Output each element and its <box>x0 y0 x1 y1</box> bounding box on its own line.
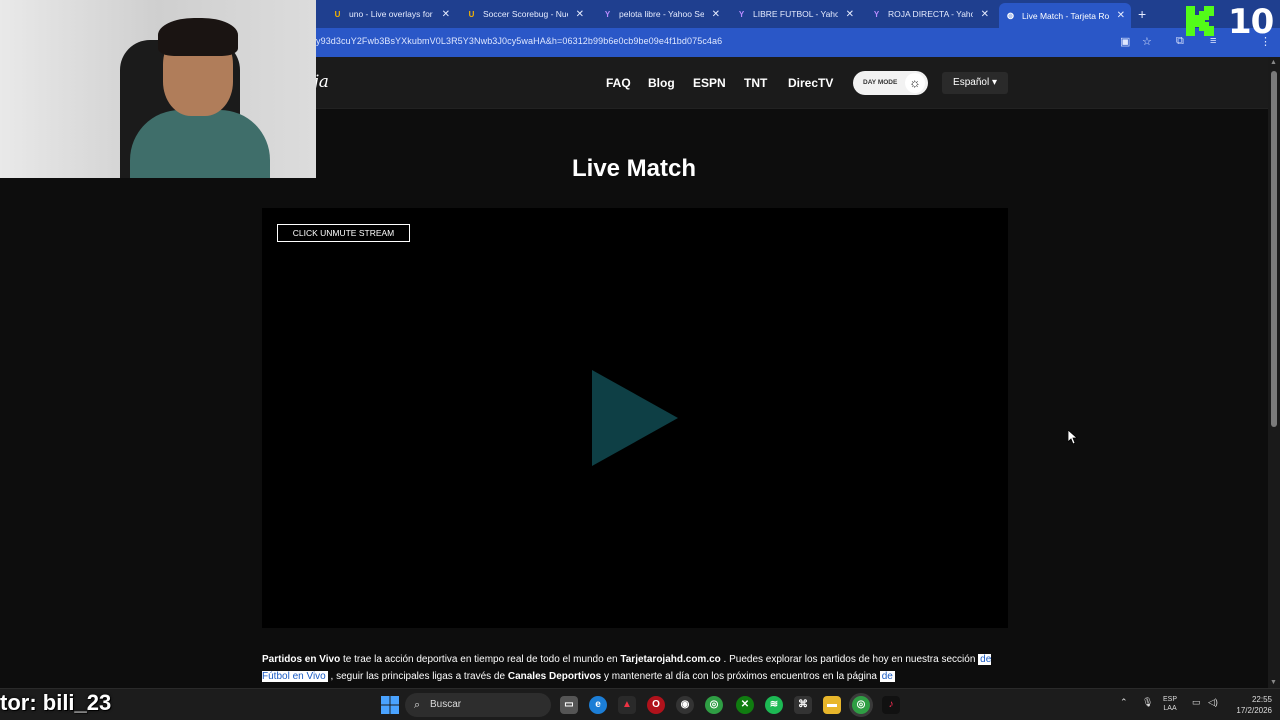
camera-off-icon[interactable]: ▣ <box>1120 35 1130 48</box>
badge-number: 10 <box>1228 2 1274 42</box>
close-icon[interactable]: ✕ <box>846 9 854 20</box>
new-tab-button[interactable]: + <box>1138 6 1146 22</box>
close-icon[interactable]: ✕ <box>442 9 450 20</box>
capcut-icon[interactable]: ⌘ <box>794 696 812 714</box>
spotify-icon[interactable]: ≋ <box>765 696 783 714</box>
vertical-scrollbar[interactable]: ▲ ▼ <box>1268 57 1280 688</box>
bookmark-star-icon[interactable]: ☆ <box>1142 35 1152 48</box>
nav-tnt[interactable]: TNT <box>744 76 767 90</box>
app-icon[interactable]: ▲ <box>618 696 636 714</box>
taskbar: ⌕ Buscar ▭ e ▲ O ◉ ◎ ✕ ≋ ⌘ ▬ ◎ ♪ ⌃ 🎙 ESP… <box>0 688 1280 720</box>
description-text: Partidos en Vivo te trae la acción depor… <box>262 654 992 682</box>
url-field[interactable]: y93d3cuY2Fwb3BsYXkubmV0L3R5Y3Nwb3J0cy5wa… <box>316 36 722 46</box>
scrollbar-thumb[interactable] <box>1271 71 1277 427</box>
recording-icon[interactable]: ◉ <box>676 696 694 714</box>
tab-live-match[interactable]: ◍ Live Match - Tarjeta Roja ✕ <box>999 3 1131 28</box>
nav-directv[interactable]: DirecTV <box>788 76 833 90</box>
xbox-icon[interactable]: ✕ <box>736 696 754 714</box>
task-view-icon[interactable]: ▭ <box>560 696 578 714</box>
close-icon[interactable]: ✕ <box>712 9 720 20</box>
volume-icon[interactable]: ◁) <box>1208 698 1218 707</box>
sun-icon: ☼ <box>905 73 925 93</box>
tiktok-icon[interactable]: ♪ <box>882 696 900 714</box>
mouse-cursor-icon <box>1068 430 1078 444</box>
tab-uno-overlays[interactable]: U uno - Live overlays for st ✕ <box>326 3 456 25</box>
streamer-name-overlay: tor: bili_23 <box>0 690 112 715</box>
tab-pelota-libre[interactable]: Y pelota libre - Yahoo Sea ✕ <box>596 3 726 25</box>
person-shirt <box>130 110 270 178</box>
network-icon[interactable]: ▭ <box>1192 698 1201 707</box>
search-icon: ⌕ <box>414 699 421 711</box>
scroll-up-icon[interactable]: ▲ <box>1270 59 1277 66</box>
close-icon[interactable]: ✕ <box>576 9 584 20</box>
extensions-icon[interactable]: ⧉ <box>1176 35 1184 48</box>
chrome-active-icon[interactable]: ◎ <box>852 696 870 714</box>
tray-chevron-icon[interactable]: ⌃ <box>1120 698 1128 707</box>
system-clock[interactable]: 22:55 17/2/2026 <box>1228 694 1272 716</box>
webcam-overlay <box>0 0 316 178</box>
uno-icon: U <box>468 9 475 19</box>
day-mode-toggle[interactable]: DAY MODE ☼ <box>853 71 928 95</box>
tab-roja-directa[interactable]: Y ROJA DIRECTA - Yahoo S ✕ <box>865 3 995 25</box>
tab-libre-futbol[interactable]: Y LIBRE FUTBOL - Yahoo S ✕ <box>730 3 860 25</box>
video-player[interactable]: CLICK UNMUTE STREAM <box>262 208 1008 628</box>
unmute-button[interactable]: CLICK UNMUTE STREAM <box>277 224 410 242</box>
language-select[interactable]: Español ▾ <box>942 72 1008 94</box>
play-icon[interactable] <box>590 368 680 468</box>
screen: U uno - Live overlays for st ✕ U Soccer … <box>0 0 1280 720</box>
close-icon[interactable]: ✕ <box>1117 10 1125 21</box>
tab-soccer-scorebug[interactable]: U Soccer Scorebug - Nuev ✕ <box>460 3 590 25</box>
opera-icon[interactable]: O <box>647 696 665 714</box>
microphone-icon[interactable]: 🎙 <box>1142 698 1153 707</box>
nav-faq[interactable]: FAQ <box>606 76 631 90</box>
globe-icon: ◍ <box>1007 11 1014 20</box>
media-icon[interactable]: ≡ <box>1210 35 1216 47</box>
edge-icon[interactable]: e <box>589 696 607 714</box>
file-explorer-icon[interactable]: ▬ <box>823 696 841 714</box>
nav-blog[interactable]: Blog <box>648 76 675 90</box>
yahoo-icon: Y <box>738 9 745 19</box>
scroll-down-icon[interactable]: ▼ <box>1270 679 1277 686</box>
yahoo-icon: Y <box>604 9 611 19</box>
yahoo-icon: Y <box>873 9 880 19</box>
link-de[interactable]: de <box>879 671 895 682</box>
nav-espn[interactable]: ESPN <box>693 76 726 90</box>
kick-logo-icon <box>1186 6 1214 36</box>
windows-start-icon[interactable] <box>381 696 399 714</box>
taskbar-search[interactable]: ⌕ Buscar <box>405 693 551 717</box>
chrome-icon[interactable]: ◎ <box>705 696 723 714</box>
input-language[interactable]: ESP LAA <box>1163 695 1177 713</box>
person-hair <box>158 18 238 56</box>
close-icon[interactable]: ✕ <box>981 9 989 20</box>
uno-icon: U <box>334 9 341 19</box>
